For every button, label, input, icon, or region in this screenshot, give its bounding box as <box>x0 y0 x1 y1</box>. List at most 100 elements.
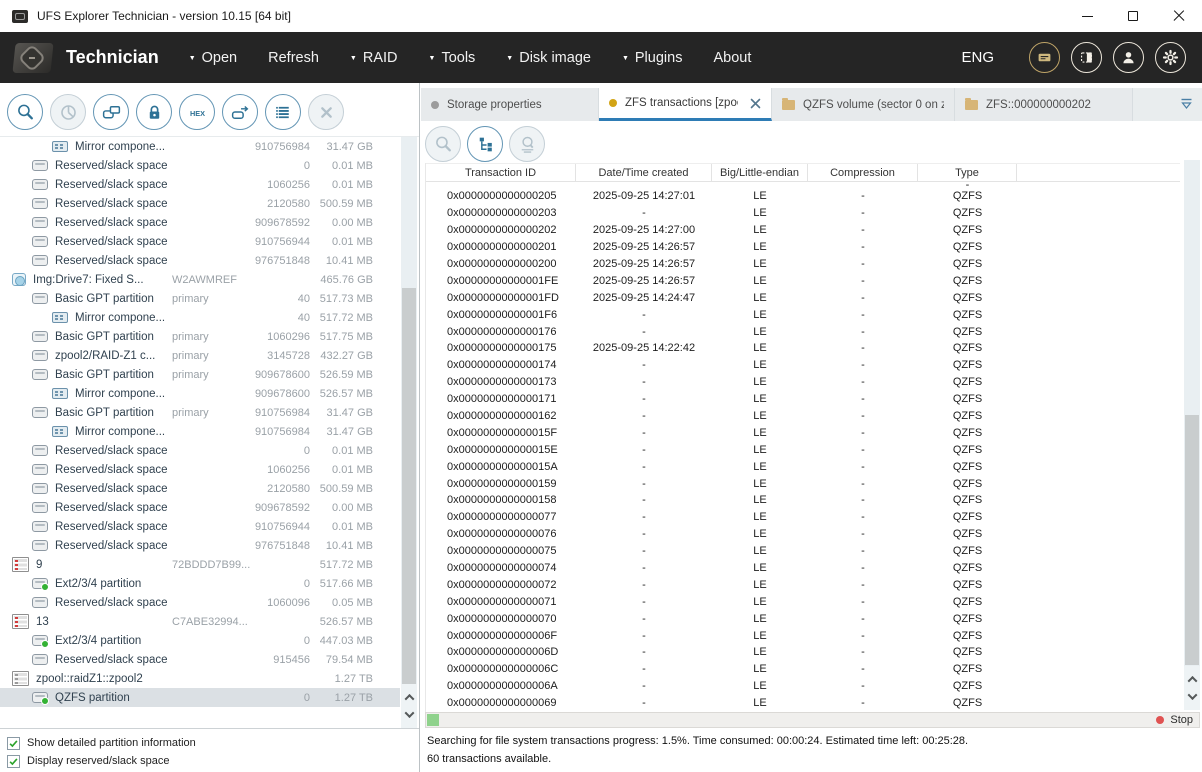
table-row[interactable]: 0x0000000000000203-LE-QZFS <box>426 205 1180 222</box>
table-row[interactable]: 0x00000000000002012025-09-25 14:26:57LE-… <box>426 239 1180 256</box>
tree-row[interactable]: Reserved/slack space97675184810.41 MB <box>0 536 400 555</box>
table-row[interactable]: 0x00000000000001FE2025-09-25 14:26:57LE-… <box>426 272 1180 289</box>
tree-row-selected[interactable]: QZFS partition01.27 TB <box>0 688 400 707</box>
tree-row[interactable]: Mirror compone...40517.72 MB <box>0 308 400 327</box>
table-row[interactable]: 0x0000000000000159-LE-QZFS <box>426 475 1180 492</box>
tab-zfs-000000000202[interactable]: ZFS::000000000202 <box>955 88 1133 121</box>
panel-layout-icon[interactable] <box>1071 42 1102 73</box>
tree-row[interactable]: Reserved/slack space91545679.54 MB <box>0 650 400 669</box>
table-row[interactable]: 0x0000000000000077-LE-QZFS <box>426 509 1180 526</box>
stop-button[interactable]: Stop <box>1156 712 1193 728</box>
menu-item-refresh[interactable]: Refresh <box>268 50 319 66</box>
table-row[interactable]: 0x00000000000001752025-09-25 14:22:42LE-… <box>426 340 1180 357</box>
menu-item-plugins[interactable]: ▼Plugins <box>622 50 683 66</box>
minimize-button[interactable] <box>1064 0 1110 32</box>
table-row[interactable]: 0x0000000000000076-LE-QZFS <box>426 526 1180 543</box>
column-header-transaction-id[interactable]: Transaction ID <box>426 164 576 181</box>
tree-row[interactable]: Ext2/3/4 partition0517.66 MB <box>0 574 400 593</box>
tree-row[interactable]: Ext2/3/4 partition0447.03 MB <box>0 631 400 650</box>
table-row[interactable]: 0x0000000000000171-LE-QZFS <box>426 391 1180 408</box>
menu-item-tools[interactable]: ▼Tools <box>429 50 476 66</box>
tree-row[interactable]: Reserved/slack space10602560.01 MB <box>0 460 400 479</box>
scroll-up-button[interactable] <box>1189 676 1196 683</box>
column-header-date-time-created[interactable]: Date/Time created <box>576 164 712 181</box>
close-tab-icon[interactable] <box>750 98 761 109</box>
table-row[interactable]: 0x0000000000000072-LE-QZFS <box>426 576 1180 593</box>
tree-row[interactable]: Basic GPT partitionprimary909678600526.5… <box>0 365 400 384</box>
table-row[interactable]: 0x0000000000000069-LE-QZFS <box>426 695 1180 712</box>
tree-row[interactable]: Reserved/slack space9107569440.01 MB <box>0 517 400 536</box>
table-row[interactable]: 0x000000000000006A-LE-QZFS <box>426 678 1180 695</box>
save-disk-image-icon[interactable] <box>222 94 258 130</box>
tree-row[interactable]: Reserved/slack space97675184810.41 MB <box>0 251 400 270</box>
table-scrollbar[interactable] <box>1184 160 1200 710</box>
table-row[interactable]: 0x000000000000006D-LE-QZFS <box>426 644 1180 661</box>
scroll-up-button[interactable] <box>406 694 413 701</box>
user-account-icon[interactable] <box>1113 42 1144 73</box>
tree-row[interactable]: Mirror compone...909678600526.57 MB <box>0 384 400 403</box>
tree-row[interactable]: Mirror compone...91075698431.47 GB <box>0 137 400 156</box>
tree-row[interactable]: Reserved/slack space2120580500.59 MB <box>0 479 400 498</box>
tree-row[interactable]: 972BDDD7B99...517.72 MB <box>0 555 400 574</box>
close-button[interactable] <box>1156 0 1202 32</box>
table-row[interactable]: 0x0000000000000070-LE-QZFS <box>426 610 1180 627</box>
tree-row[interactable]: Reserved/slack space2120580500.59 MB <box>0 194 400 213</box>
tree-row[interactable]: Basic GPT partitionprimary91075698431.47… <box>0 403 400 422</box>
table-scrollbar-thumb[interactable] <box>1185 415 1199 665</box>
table-row[interactable]: 0x000000000000006F-LE-QZFS <box>426 627 1180 644</box>
tree-row[interactable]: Reserved/slack space10602560.01 MB <box>0 175 400 194</box>
tree-row[interactable]: Img:Drive7: Fixed S...W2AWMREF465.76 GB <box>0 270 400 289</box>
menu-item-raid[interactable]: ▼RAID <box>350 50 398 66</box>
table-row[interactable]: 0x00000000000002022025-09-25 14:27:00LE-… <box>426 222 1180 239</box>
tab-qzfs-volume-sector-0-on-z[interactable]: QZFS volume (sector 0 on z... <box>772 88 955 121</box>
table-row[interactable]: 0x0000000000000074-LE-QZFS <box>426 560 1180 577</box>
table-row[interactable]: 0x000000000000006C-LE-QZFS <box>426 661 1180 678</box>
table-row[interactable]: 0x0000000000000173-LE-QZFS <box>426 374 1180 391</box>
clone-disk-icon[interactable] <box>93 94 129 130</box>
scan-search-icon[interactable] <box>7 94 43 130</box>
tree-row[interactable]: Basic GPT partitionprimary1060296517.75 … <box>0 327 400 346</box>
table-row[interactable]: 0x00000000000001F6-LE-QZFS <box>426 306 1180 323</box>
table-row[interactable]: 0x00000000000002052025-09-25 14:27:01LE-… <box>426 188 1180 205</box>
hex-viewer-icon[interactable]: HEX <box>179 94 215 130</box>
column-header-type[interactable]: Type <box>918 164 1017 181</box>
tree-row[interactable]: Reserved/slack space9096785920.00 MB <box>0 213 400 232</box>
tab-list-icon[interactable] <box>1179 97 1194 111</box>
tree-row[interactable]: Reserved/slack space9096785920.00 MB <box>0 498 400 517</box>
tree-view-icon[interactable] <box>467 126 503 162</box>
scroll-down-button[interactable] <box>406 711 413 718</box>
table-row[interactable]: 0x0000000000000162-LE-QZFS <box>426 408 1180 425</box>
settings-icon[interactable] <box>1155 42 1186 73</box>
tree-row[interactable]: Basic GPT partitionprimary40517.73 MB <box>0 289 400 308</box>
table-row[interactable]: 0x000000000000015A-LE-QZFS <box>426 458 1180 475</box>
tree-row[interactable]: 13C7ABE32994...526.57 MB <box>0 612 400 631</box>
table-row[interactable]: 0x000000000000015F-LE-QZFS <box>426 424 1180 441</box>
tree-row[interactable]: Mirror compone...91075698431.47 GB <box>0 422 400 441</box>
tree-row[interactable]: Reserved/slack space00.01 MB <box>0 441 400 460</box>
menu-item-about[interactable]: About <box>713 50 751 66</box>
option-display-reserved-slack-space[interactable]: Display reserved/slack space <box>7 752 419 770</box>
table-row[interactable]: 0x00000000000001FD2025-09-25 14:24:47LE-… <box>426 289 1180 306</box>
table-row[interactable]: 0x00000000000002002025-09-25 14:26:57LE-… <box>426 256 1180 273</box>
table-row[interactable]: 0x0000000000000071-LE-QZFS <box>426 593 1180 610</box>
tree-row[interactable]: zpool2/RAID-Z1 c...primary3145728432.27 … <box>0 346 400 365</box>
properties-list-icon[interactable] <box>265 94 301 130</box>
permissions-lock-icon[interactable] <box>136 94 172 130</box>
tree-row[interactable]: zpool::raidZ1::zpool21.27 TB <box>0 669 400 688</box>
option-show-detailed-partition-information[interactable]: Show detailed partition information <box>7 734 419 752</box>
table-row[interactable]: 0x0000000000000158-LE-QZFS <box>426 492 1180 509</box>
table-row[interactable]: 0x0000000000000176-LE-QZFS <box>426 323 1180 340</box>
feedback-icon[interactable] <box>1029 42 1060 73</box>
tree-row[interactable]: Reserved/slack space00.01 MB <box>0 156 400 175</box>
tab-storage-properties[interactable]: Storage properties <box>421 88 599 121</box>
tree-row[interactable]: Reserved/slack space10600960.05 MB <box>0 593 400 612</box>
tree-scrollbar[interactable] <box>401 137 417 728</box>
table-row[interactable]: 0x0000000000000075-LE-QZFS <box>426 543 1180 560</box>
menu-item-disk-image[interactable]: ▼Disk image <box>506 50 591 66</box>
tree-row[interactable]: Reserved/slack space9107569440.01 MB <box>0 232 400 251</box>
menu-item-open[interactable]: ▼Open <box>189 50 237 66</box>
maximize-button[interactable] <box>1110 0 1156 32</box>
language-selector[interactable]: ENG <box>961 49 994 66</box>
table-row[interactable]: 0x000000000000015E-LE-QZFS <box>426 441 1180 458</box>
column-header-compression[interactable]: Compression <box>808 164 918 181</box>
